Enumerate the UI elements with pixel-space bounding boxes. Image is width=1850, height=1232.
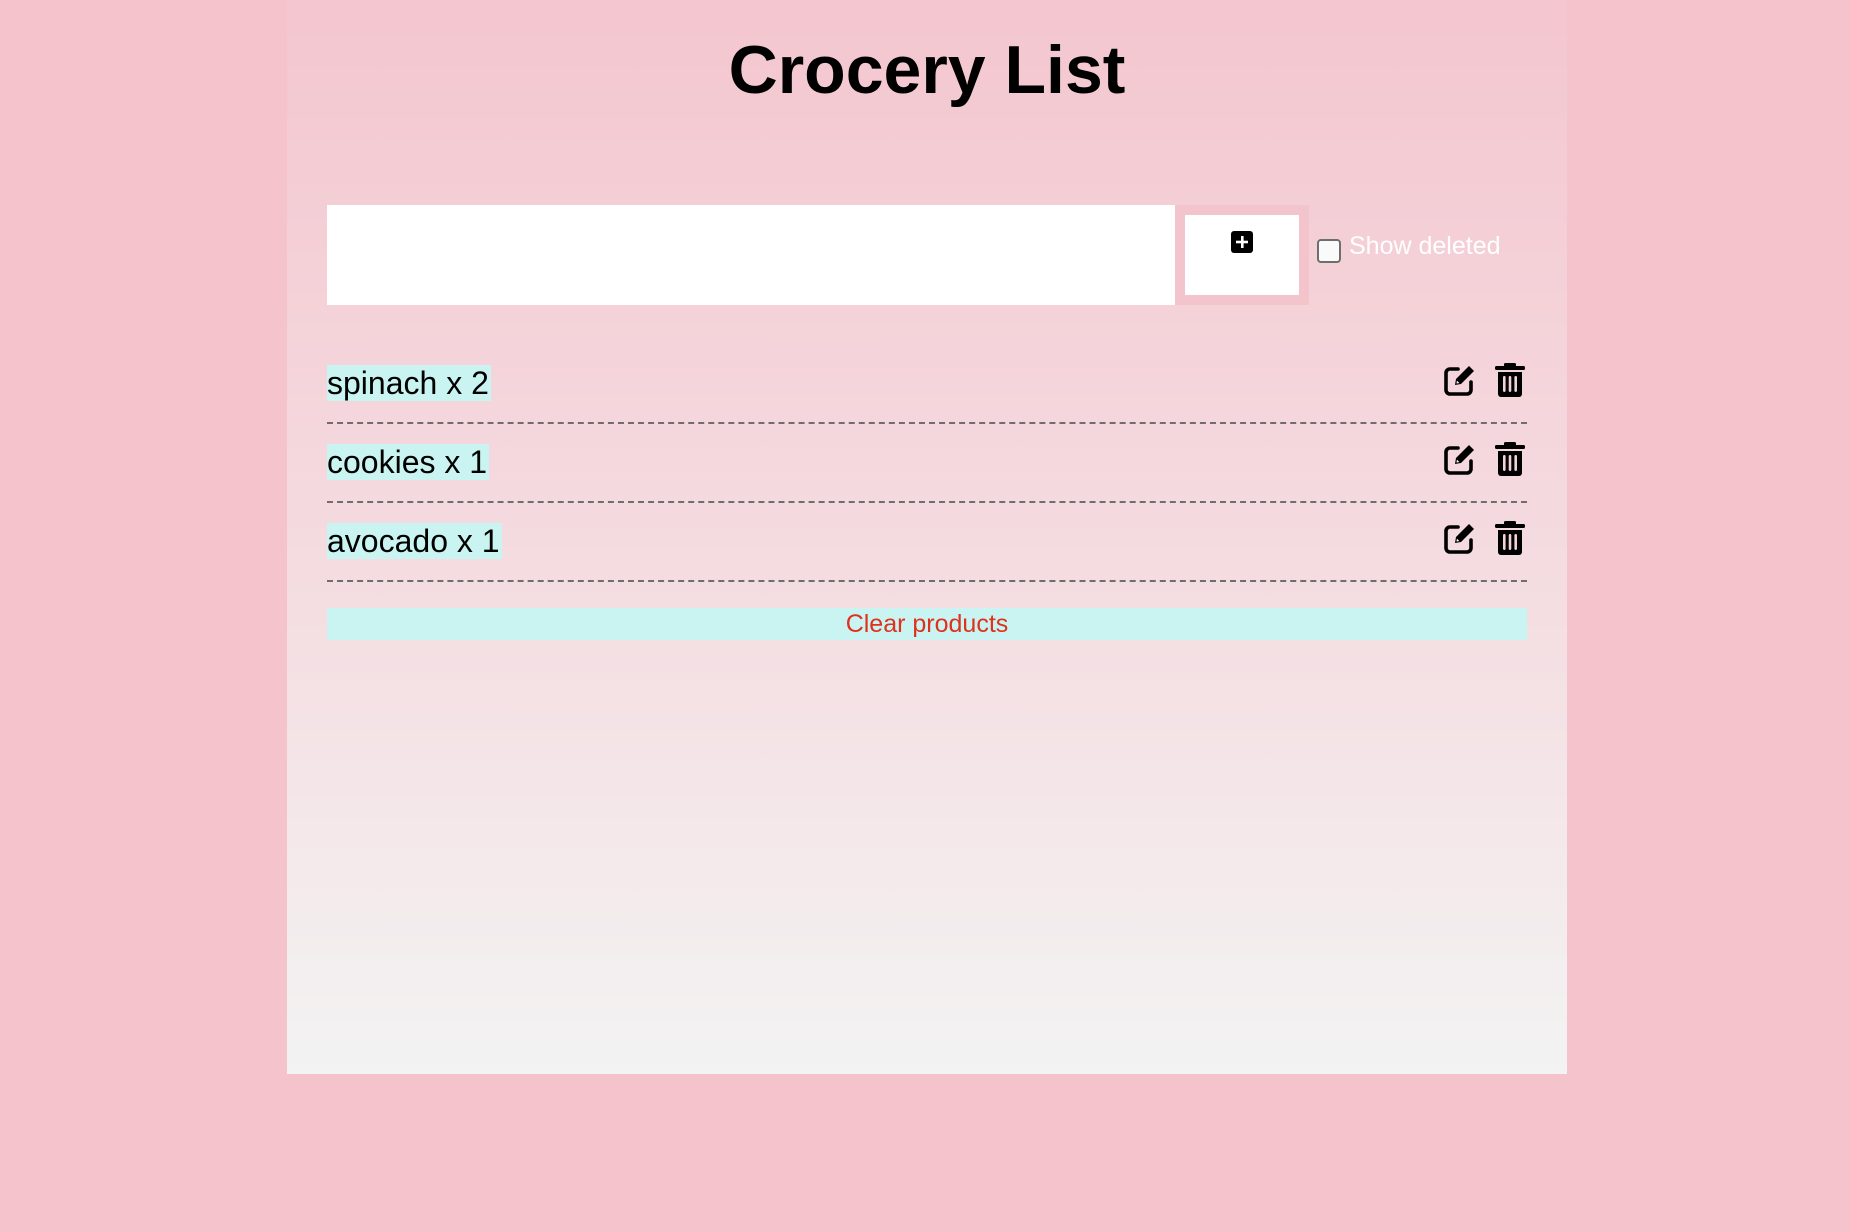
list-item: cookies x 1 [327, 424, 1527, 503]
edit-icon[interactable] [1443, 442, 1477, 476]
show-deleted-toggle[interactable]: Show deleted [1317, 231, 1501, 263]
trash-icon[interactable] [1495, 442, 1525, 476]
product-list: spinach x 2 cookies x 1 avocado x 1 [327, 345, 1527, 582]
item-text: spinach x 2 [327, 365, 491, 401]
show-deleted-label: Show deleted [1349, 232, 1501, 260]
edit-icon[interactable] [1443, 521, 1477, 555]
list-item: spinach x 2 [327, 345, 1527, 424]
list-item: avocado x 1 [327, 503, 1527, 582]
item-text: cookies x 1 [327, 444, 490, 480]
app-panel: Crocery List Show deleted spinach x 2 co… [287, 0, 1567, 1074]
page-title: Crocery List [728, 32, 1126, 108]
add-button[interactable] [1175, 205, 1309, 305]
item-text: avocado x 1 [327, 523, 502, 559]
clear-products-button[interactable]: Clear products [327, 608, 1527, 640]
trash-icon[interactable] [1495, 521, 1525, 555]
product-input[interactable] [327, 205, 1175, 305]
trash-icon[interactable] [1495, 363, 1525, 397]
show-deleted-checkbox[interactable] [1317, 239, 1341, 263]
plus-square-icon [1231, 231, 1253, 253]
edit-icon[interactable] [1443, 363, 1477, 397]
